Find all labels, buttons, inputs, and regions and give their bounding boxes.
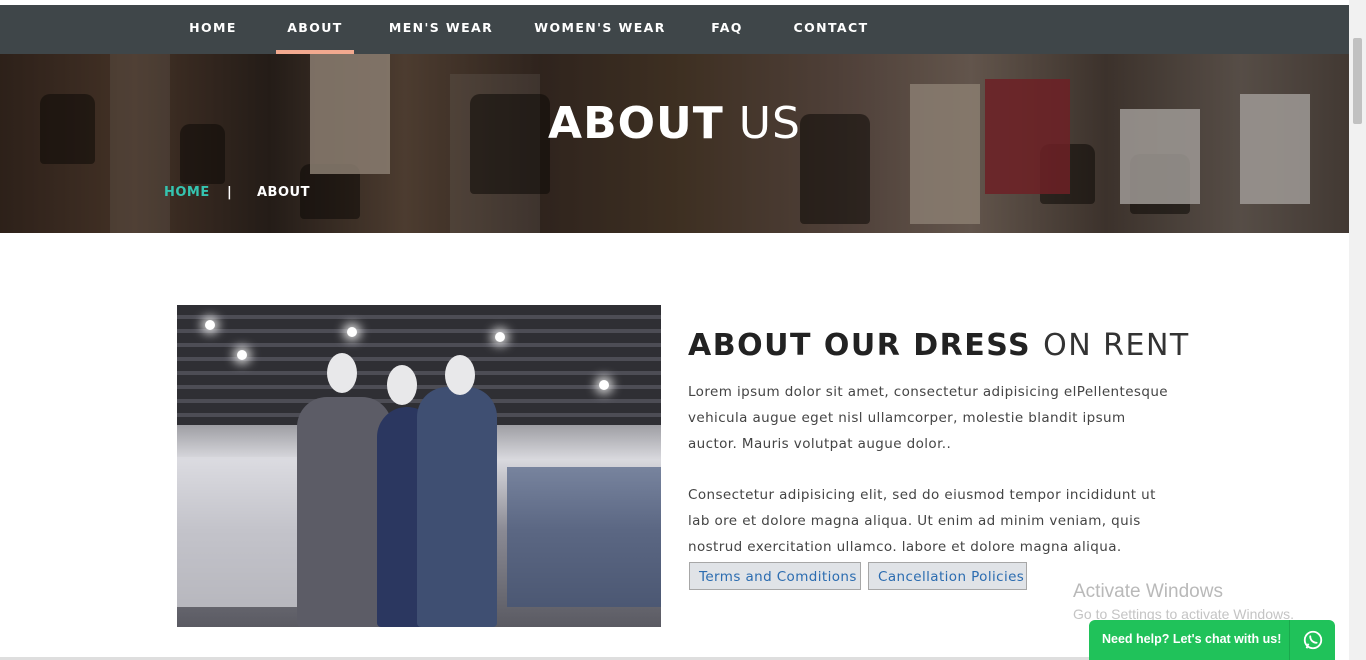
nav-mens-wear[interactable]: MEN'S WEAR [386, 5, 496, 54]
about-heading-bold: ABOUT OUR DRESS [688, 327, 1032, 363]
hero-banner: ABOUT US HOME | ABOUT [0, 54, 1349, 233]
about-heading-light: ON RENT [1043, 327, 1190, 363]
nav-faq[interactable]: FAQ [703, 5, 751, 54]
windows-watermark-title: Activate Windows [1073, 581, 1223, 602]
page-title-bold: ABOUT [548, 98, 724, 149]
whatsapp-icon [1289, 620, 1336, 660]
store-interior-image [177, 305, 661, 627]
nav-contact[interactable]: CONTACT [786, 5, 876, 54]
page-scrollbar[interactable] [1349, 0, 1366, 660]
breadcrumb-current: ABOUT [257, 185, 310, 200]
scrollbar-thumb[interactable] [1353, 38, 1362, 124]
chat-label: Need help? Let's chat with us! [1102, 632, 1282, 646]
nav-womens-wear[interactable]: WOMEN'S WEAR [530, 5, 670, 54]
about-heading: ABOUT OUR DRESS ON RENT [688, 328, 1190, 363]
page-title: ABOUT US [0, 98, 1349, 149]
about-paragraph-1: Lorem ipsum dolor sit amet, consectetur … [688, 384, 1168, 452]
whatsapp-chat-button[interactable]: Need help? Let's chat with us! [1089, 620, 1335, 660]
breadcrumb-home-link[interactable]: HOME [164, 185, 210, 200]
about-paragraph-2: Consectetur adipisicing elit, sed do eiu… [688, 487, 1156, 555]
cancellation-policies-button[interactable]: Cancellation Policies [868, 562, 1027, 590]
nav-home[interactable]: HOME [181, 5, 245, 54]
terms-conditions-button[interactable]: Terms and Comditions [689, 562, 861, 590]
breadcrumb-separator: | [227, 185, 233, 200]
page-title-light: US [738, 98, 801, 149]
main-navbar: HOME ABOUT MEN'S WEAR WOMEN'S WEAR FAQ C… [0, 5, 1349, 54]
nav-about[interactable]: ABOUT [276, 5, 354, 54]
